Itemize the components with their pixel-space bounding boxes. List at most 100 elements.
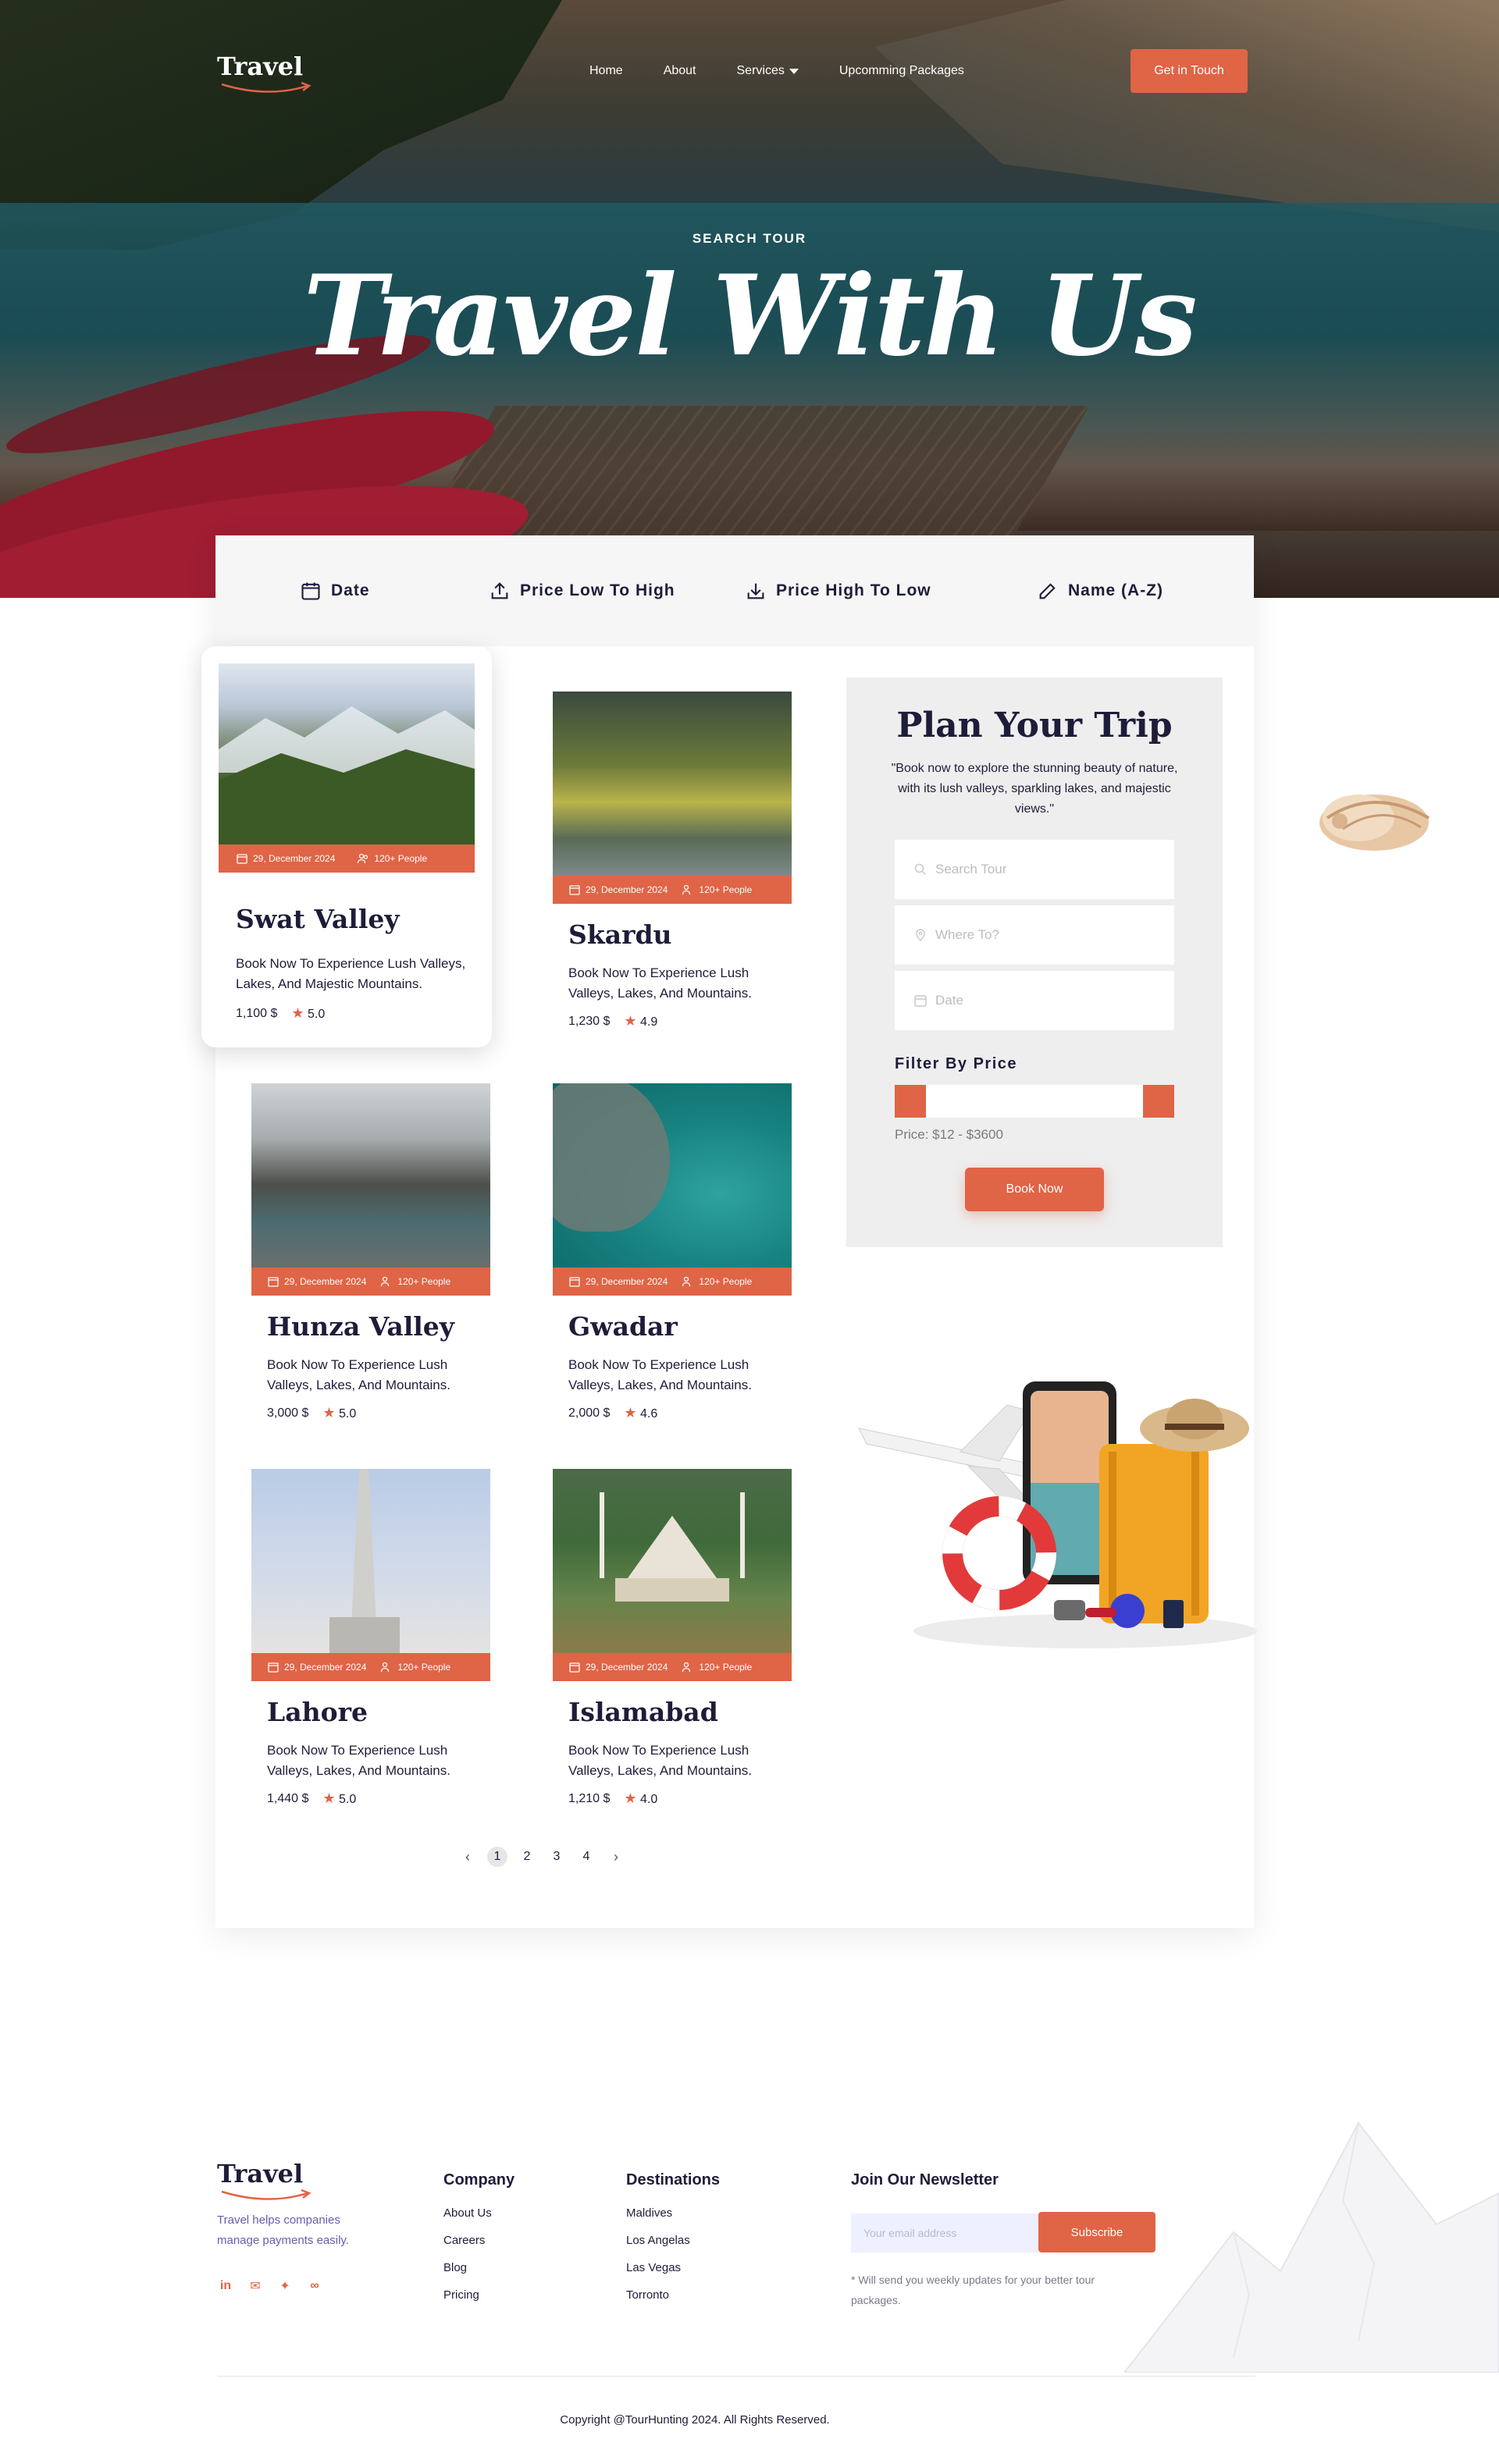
infinity-icon[interactable]: ∞ [306, 2277, 323, 2295]
location-pin-icon [916, 929, 925, 942]
page-3[interactable]: 3 [547, 1847, 567, 1867]
download-icon [747, 583, 764, 599]
nav-about[interactable]: About [664, 64, 696, 78]
footer-link-maldives[interactable]: Maldives [626, 2206, 720, 2220]
tour-date: 29, December 2024 [236, 852, 335, 865]
tour-image-hunza-valley [251, 1083, 490, 1268]
footer-link-las-vegas[interactable]: Las Vegas [626, 2261, 720, 2274]
tour-card[interactable]: 29, December 2024 120+ People Lahore Boo… [251, 1469, 490, 1812]
calendar-icon [268, 1277, 279, 1287]
tour-people-text: 120+ People [397, 1662, 451, 1673]
minar-illustration [329, 1469, 400, 1653]
price-min-handle[interactable] [895, 1085, 926, 1118]
tour-panel: Date Price Low To High Price High To Low… [201, 535, 1254, 1928]
tour-card[interactable]: 29, December 2024 120+ People Islamabad … [553, 1469, 792, 1812]
tour-meta: 1,210 $ ★ 4.0 [568, 1790, 657, 1807]
subscribe-button[interactable]: Subscribe [1038, 2212, 1155, 2252]
footer-link-careers[interactable]: Careers [443, 2234, 515, 2247]
tour-rating: ★ 5.0 [322, 1790, 356, 1807]
plan-your-trip: Plan Your Trip "Book now to explore the … [846, 677, 1223, 1247]
footer-logo[interactable]: Travel [217, 2159, 312, 2200]
chevron-down-icon [789, 68, 799, 74]
logo-swoosh-icon [221, 2188, 312, 2200]
tour-title[interactable]: Islamabad [568, 1697, 718, 1727]
page-1[interactable]: 1 [487, 1847, 507, 1867]
star-icon: ★ [624, 1013, 637, 1029]
footer-link-pricing[interactable]: Pricing [443, 2288, 515, 2302]
prev-page-button[interactable]: ‹ [458, 1847, 478, 1867]
tour-title[interactable]: Swat Valley [236, 904, 400, 934]
twitter-icon[interactable]: ✦ [276, 2277, 294, 2295]
sort-price-high-low-label: Price High To Low [776, 581, 931, 599]
price-range-slider[interactable] [895, 1085, 1174, 1118]
tour-price: 3,000 $ [267, 1406, 309, 1420]
newsletter-email-input[interactable]: Your email address [851, 2213, 1038, 2252]
sort-date[interactable]: Date [300, 580, 370, 602]
page-4[interactable]: 4 [576, 1847, 596, 1867]
tour-title[interactable]: Lahore [267, 1697, 368, 1727]
sort-name-az-label: Name (A-Z) [1068, 581, 1164, 599]
nav-services[interactable]: Services [737, 64, 799, 78]
footer-divider [217, 2376, 1255, 2377]
tour-card[interactable]: 29, December 2024 120+ People Skardu Boo… [553, 692, 792, 1035]
tour-info-bar: 29, December 2024 120+ People [251, 1268, 490, 1296]
tour-rating: ★ 4.0 [624, 1790, 657, 1807]
rock-shape [553, 1083, 670, 1232]
footer-link-about[interactable]: About Us [443, 2206, 515, 2220]
sort-price-low-high[interactable]: Price Low To High [489, 580, 675, 602]
calendar-icon [237, 854, 247, 864]
tour-info-bar: 29, December 2024 120+ People [553, 1653, 792, 1681]
brand-logo[interactable]: Travel [217, 52, 312, 93]
search-tour-input[interactable]: Search Tour [895, 840, 1174, 899]
price-range-text: Price: $12 - $3600 [895, 1127, 1003, 1142]
footer-link-blog[interactable]: Blog [443, 2261, 515, 2274]
tour-image-skardu [553, 692, 792, 876]
people-icon [381, 1662, 390, 1673]
tour-rating-value: 4.9 [639, 1015, 658, 1029]
footer-link-torronto[interactable]: Torronto [626, 2288, 720, 2302]
footer-newsletter: Join Our Newsletter [851, 2171, 999, 2206]
tour-date: 29, December 2024 [267, 1275, 366, 1288]
mountain-sketch-icon [1124, 2121, 1499, 2373]
price-max-handle[interactable] [1143, 1085, 1174, 1118]
page-2[interactable]: 2 [517, 1847, 537, 1867]
date-input[interactable]: Date [895, 971, 1174, 1030]
footer-destinations: Destinations Maldives Los Angelas Las Ve… [626, 2171, 720, 2316]
nav-home[interactable]: Home [589, 64, 623, 78]
next-page-button[interactable]: › [606, 1847, 626, 1867]
tour-people: 120+ People [682, 884, 752, 896]
tour-price: 2,000 $ [568, 1406, 611, 1420]
get-in-touch-button[interactable]: Get in Touch [1130, 49, 1248, 93]
footer-link-los-angelas[interactable]: Los Angelas [626, 2234, 720, 2247]
tour-title[interactable]: Gwadar [568, 1311, 678, 1342]
tour-image-swat-valley [219, 663, 475, 862]
footer-tagline: Travel helps companies manage payments e… [217, 2213, 349, 2247]
star-icon: ★ [624, 1405, 637, 1420]
tour-rating: ★ 4.9 [624, 1013, 657, 1029]
brand-logo-text: Travel [217, 52, 304, 81]
tour-card[interactable]: 29, December 2024 120+ People Hunza Vall… [251, 1083, 490, 1427]
tour-title[interactable]: Skardu [568, 919, 672, 950]
plan-title: Plan Your Trip [896, 706, 1173, 745]
tour-card[interactable]: 29, December 2024 120+ People Gwadar Boo… [553, 1083, 792, 1427]
tour-info-bar: 29, December 2024 120+ People [251, 1653, 490, 1681]
tour-info-bar: 29, December 2024 120+ People [553, 876, 792, 904]
tour-rating-value: 4.6 [639, 1407, 658, 1420]
hero-title: Travel With Us [303, 251, 1197, 381]
mountain-illustration [219, 706, 475, 862]
nav-upcoming-packages[interactable]: Upcomming Packages [839, 64, 964, 78]
tour-price: 1,100 $ [236, 1006, 278, 1020]
tour-people-text: 120+ People [699, 1662, 753, 1673]
messenger-icon[interactable]: ✉ [247, 2277, 264, 2295]
sort-price-high-low[interactable]: Price High To Low [745, 580, 931, 602]
tour-people: 120+ People [380, 1661, 450, 1673]
where-to-input[interactable]: Where To? [895, 905, 1174, 965]
book-now-button[interactable]: Book Now [965, 1168, 1104, 1211]
sort-bar: Date Price Low To High Price High To Low… [215, 535, 1254, 646]
sort-name-az[interactable]: Name (A-Z) [1037, 580, 1163, 602]
footer-destinations-title: Destinations [626, 2171, 721, 2188]
linkedin-icon[interactable]: in [217, 2277, 234, 2295]
tour-card[interactable]: 29, December 2024 120+ People Swat Valle… [201, 646, 492, 1047]
tour-title[interactable]: Hunza Valley [267, 1311, 454, 1342]
newsletter-title: Join Our Newsletter [851, 2171, 999, 2188]
